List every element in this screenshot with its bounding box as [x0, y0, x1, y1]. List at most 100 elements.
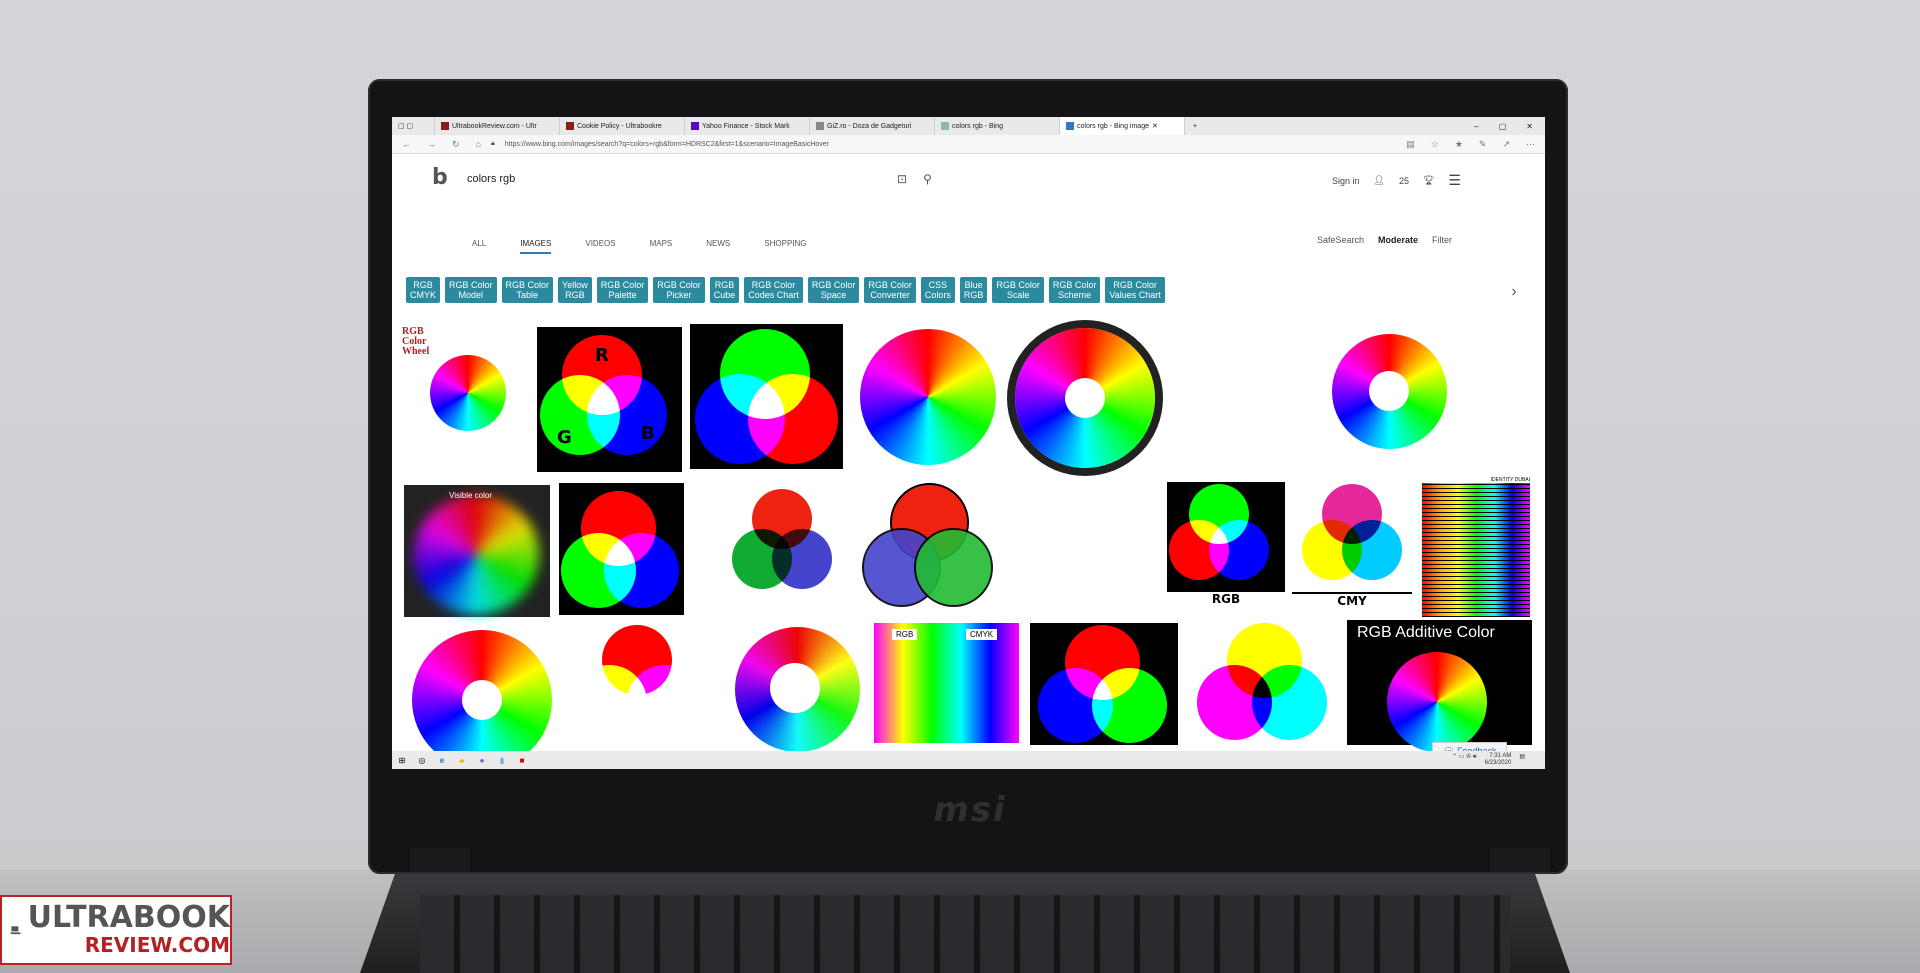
search-icon[interactable]: ⚲	[923, 172, 932, 186]
rgb-caption: RGB	[1167, 592, 1285, 610]
cortana-icon[interactable]: ◎	[412, 756, 432, 765]
related-chip[interactable]: Yellow RGB	[558, 277, 592, 303]
watermark-line1: ULTRABOOK	[27, 900, 230, 935]
image-result[interactable]: RGB Color Wheel	[402, 327, 522, 447]
forward-icon[interactable]: →	[427, 139, 436, 150]
search-input[interactable]: colors rgb	[467, 165, 867, 193]
tray-icons[interactable]: ⌃ ▭ ✇ 🔊︎	[1452, 753, 1477, 767]
tab-maps[interactable]: MAPS	[650, 239, 673, 254]
tab-all[interactable]: ALL	[472, 239, 486, 254]
image-result[interactable]: IDENTITY DUBAI	[1422, 477, 1530, 617]
image-result[interactable]	[1187, 623, 1337, 745]
browser-tab[interactable]: UltrabookReview.com - Ultr	[435, 117, 560, 135]
bing-logo-icon[interactable]: b	[432, 165, 448, 190]
close-icon[interactable]: ✕	[1526, 122, 1533, 131]
thumb-title: RGB Color Wheel	[402, 326, 430, 357]
file-explorer-icon[interactable]: ▰	[452, 756, 472, 765]
browser-tab-active[interactable]: colors rgb - Bing image ✕	[1060, 117, 1185, 135]
msi-app-icon[interactable]: ■	[512, 756, 532, 765]
home-icon[interactable]: ⌂	[476, 139, 481, 150]
image-result[interactable]	[1167, 327, 1312, 472]
image-result[interactable]	[1327, 329, 1452, 454]
hamburger-menu-icon[interactable]: ☰	[1448, 172, 1461, 189]
related-chip[interactable]: RGB Color Picker	[653, 277, 705, 303]
image-result[interactable]	[727, 489, 842, 604]
image-result[interactable]	[407, 625, 552, 769]
browser-app-icon[interactable]: ●	[472, 756, 492, 765]
image-result[interactable]: Visible color	[404, 485, 550, 617]
filter-button[interactable]: Filter	[1432, 235, 1452, 245]
related-chip[interactable]: RGB Color Scale	[992, 277, 1044, 303]
windows-start-icon[interactable]: ⊞	[392, 756, 412, 765]
image-result[interactable]	[690, 324, 843, 469]
minimize-icon[interactable]: –	[1474, 122, 1478, 131]
notifications-icon[interactable]: ▤	[1519, 753, 1525, 767]
related-chip[interactable]: RGB Color Scheme	[1048, 277, 1101, 303]
refresh-icon[interactable]: ↻	[452, 139, 460, 150]
tab-images[interactable]: IMAGES	[520, 239, 552, 254]
related-chip[interactable]: RGB Color Palette	[596, 277, 649, 303]
favorites-icon[interactable]: ★	[1455, 139, 1463, 150]
image-result[interactable]	[730, 625, 865, 755]
image-result[interactable]	[862, 483, 993, 613]
rewards-count[interactable]: 25	[1399, 176, 1409, 186]
clock-time[interactable]: 7:31 AM	[1489, 753, 1511, 759]
image-result[interactable]: R G B	[537, 327, 682, 472]
browser-tab[interactable]: GiZ.ro - Doza de Gadgeturi	[810, 117, 935, 135]
related-chip[interactable]: CSS Colors	[920, 277, 955, 303]
app-icon[interactable]: ▮	[492, 756, 512, 765]
watermark-line2: REVIEW.COM	[84, 933, 230, 957]
user-icon[interactable]: 👤︎	[1374, 175, 1385, 186]
edge-icon[interactable]: e	[432, 756, 452, 765]
share-icon[interactable]: ↗	[1502, 139, 1510, 150]
related-chip[interactable]: RGB CMYK	[406, 277, 441, 303]
image-result[interactable]: CMY	[1292, 482, 1412, 610]
rgb-tag: RGB	[892, 629, 918, 640]
chevron-right-icon[interactable]: ›	[1502, 277, 1526, 307]
image-result[interactable]	[559, 483, 684, 615]
clock-date[interactable]: 6/23/2020	[1485, 760, 1512, 766]
browser-tab[interactable]: Yahoo Finance - Stock Mark	[685, 117, 810, 135]
more-icon[interactable]: ⋯	[1526, 139, 1535, 150]
visual-search-icon[interactable]: ⊡	[897, 172, 907, 186]
browser-tab[interactable]: colors rgb - Bing	[935, 117, 1060, 135]
rewards-trophy-icon[interactable]: 🏆︎	[1423, 175, 1434, 186]
tab-label: GiZ.ro - Doza de Gadgeturi	[827, 122, 912, 130]
image-result[interactable]	[567, 625, 712, 755]
back-icon[interactable]: ←	[402, 139, 411, 150]
image-result[interactable]: RGB Additive Color	[1347, 620, 1532, 752]
pen-icon[interactable]: ✎	[1479, 139, 1487, 150]
related-chip[interactable]: RGB Color Codes Chart	[744, 277, 803, 303]
image-result[interactable]	[1037, 502, 1127, 592]
reading-view-icon[interactable]: ▤	[1406, 139, 1415, 150]
image-result[interactable]	[852, 327, 1002, 467]
thumb-caption: RGB Additive Color	[1357, 624, 1495, 641]
image-result[interactable]	[1010, 323, 1160, 473]
url-field[interactable]: https://www.bing.com/images/search?q=col…	[495, 141, 1397, 148]
related-chip[interactable]: RGB Color Space	[807, 277, 860, 303]
keyboard	[420, 895, 1510, 973]
related-chip[interactable]: RGB Color Model	[445, 277, 497, 303]
related-chip[interactable]: RGB Color Values Chart	[1105, 277, 1165, 303]
maximize-icon[interactable]: ▢	[1499, 122, 1507, 131]
close-tab-icon[interactable]: ✕	[1152, 122, 1158, 130]
image-result[interactable]	[1030, 623, 1178, 745]
image-result[interactable]: RGB CMYK	[874, 623, 1019, 743]
tab-news[interactable]: NEWS	[706, 239, 730, 254]
browser-tab[interactable]: Cookie Policy - Ultrabookre	[560, 117, 685, 135]
taskbar: ⊞ ◎ e ▰ ● ▮ ■ ⌃ ▭ ✇ 🔊︎ 7:31 AM 6/23/2020…	[392, 751, 1545, 769]
favicon-icon	[816, 122, 824, 130]
related-chip[interactable]: Blue RGB	[959, 277, 988, 303]
sign-in-link[interactable]: Sign in	[1332, 176, 1360, 186]
tab-actions-icon[interactable]: ▢ ▢	[392, 117, 435, 135]
related-chip[interactable]: RGB Cube	[709, 277, 740, 303]
related-chip[interactable]: RGB Color Converter	[864, 277, 916, 303]
search-query: colors rgb	[467, 173, 516, 185]
new-tab-icon[interactable]: +	[1185, 123, 1205, 130]
tab-videos[interactable]: VIDEOS	[585, 239, 615, 254]
related-chip[interactable]: RGB Color Table	[501, 277, 554, 303]
favorite-star-icon[interactable]: ☆	[1431, 139, 1439, 150]
image-result[interactable]: RGB	[1167, 482, 1285, 610]
safesearch-dropdown[interactable]: Moderate	[1378, 235, 1418, 245]
tab-shopping[interactable]: SHOPPING	[764, 239, 806, 254]
